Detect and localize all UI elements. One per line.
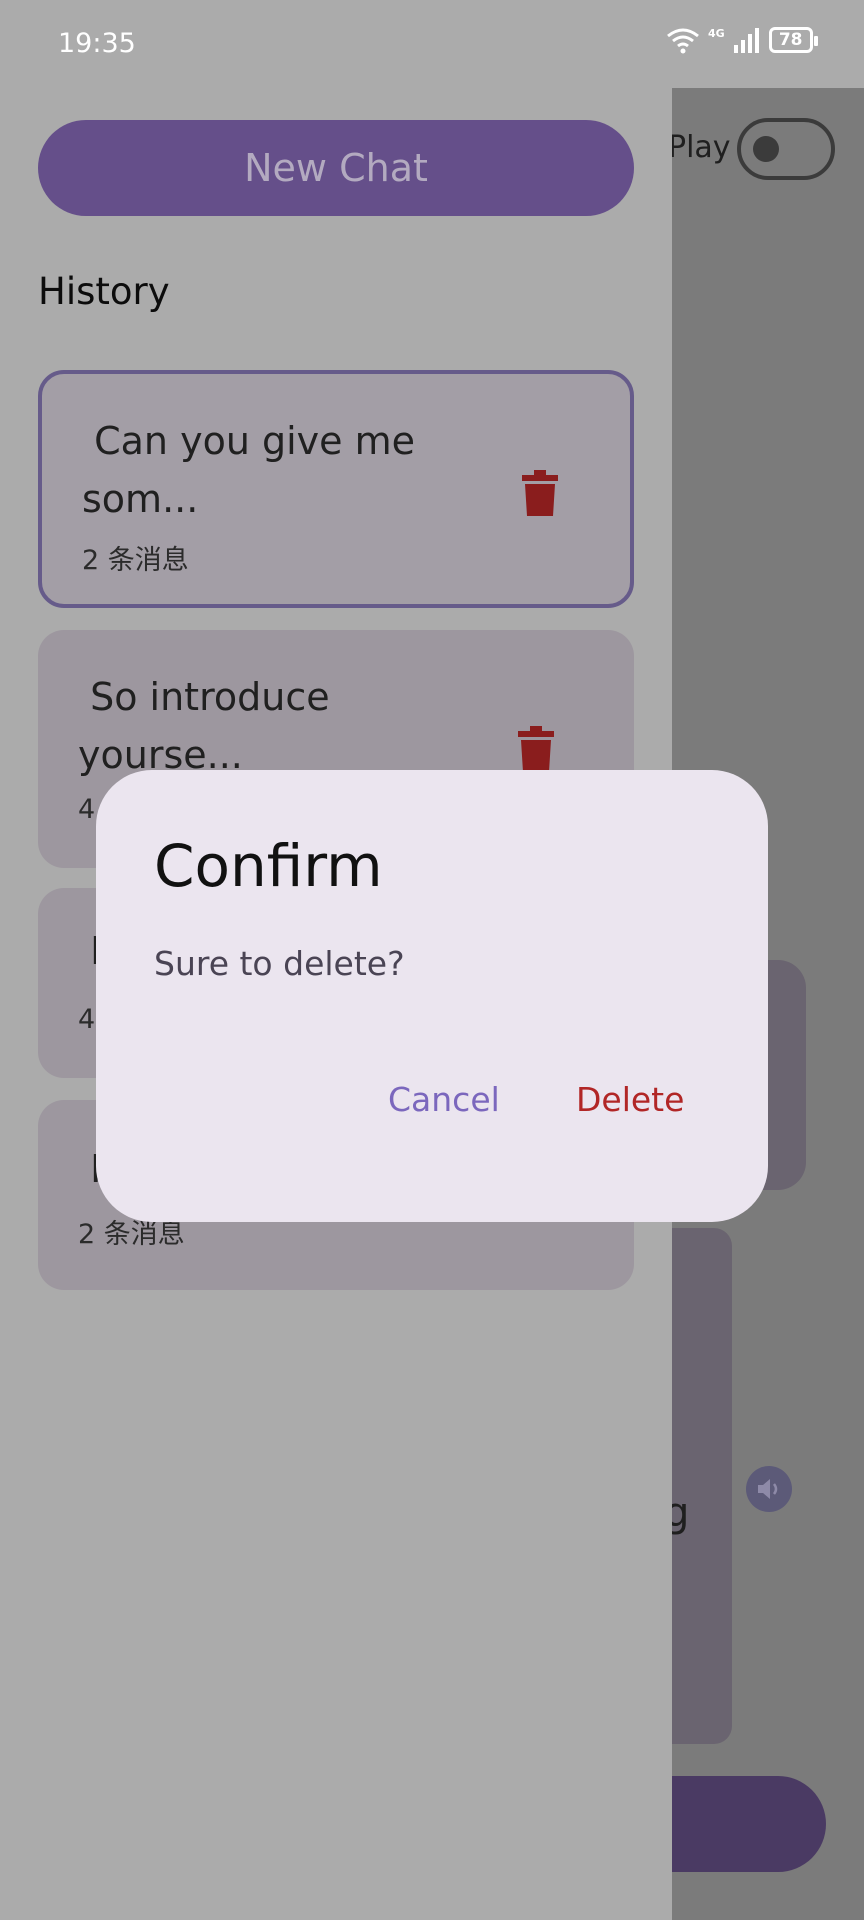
auto-play-toggle[interactable]: [737, 118, 835, 180]
status-icons: 4G 78: [666, 26, 818, 54]
delete-button[interactable]: Delete: [576, 1080, 684, 1119]
history-item-title: So introduce yourse...: [78, 675, 330, 777]
new-chat-button[interactable]: New Chat: [38, 120, 634, 216]
history-item-count: 2 条消息: [82, 545, 189, 576]
network-type: 4G: [708, 26, 725, 40]
toggle-knob: [753, 136, 779, 162]
auto-play-label: Play: [668, 130, 731, 165]
trash-icon[interactable]: [522, 470, 558, 516]
dialog-message: Sure to delete?: [154, 944, 405, 983]
history-item-count: 4: [78, 1004, 96, 1035]
history-item-title: Can you give me som...: [82, 419, 415, 521]
confirm-dialog: Confirm Sure to delete? Cancel Delete: [96, 770, 768, 1222]
history-heading: History: [38, 270, 170, 313]
cancel-button[interactable]: Cancel: [388, 1080, 500, 1119]
status-bar: 19:35 4G 78: [0, 0, 864, 88]
speaker-icon: [758, 1479, 778, 1499]
dialog-title: Confirm: [154, 832, 383, 900]
signal-icon: [733, 28, 759, 53]
trash-icon[interactable]: [518, 726, 554, 772]
speaker-button[interactable]: [746, 1466, 792, 1512]
history-item-count: 4: [78, 794, 96, 825]
clock: 19:35: [58, 28, 136, 59]
wifi-icon: [667, 28, 699, 54]
battery-level: 78: [778, 30, 803, 50]
battery-icon: 78: [768, 27, 818, 53]
history-item[interactable]: Can you give me som... 2 条消息: [38, 370, 634, 608]
